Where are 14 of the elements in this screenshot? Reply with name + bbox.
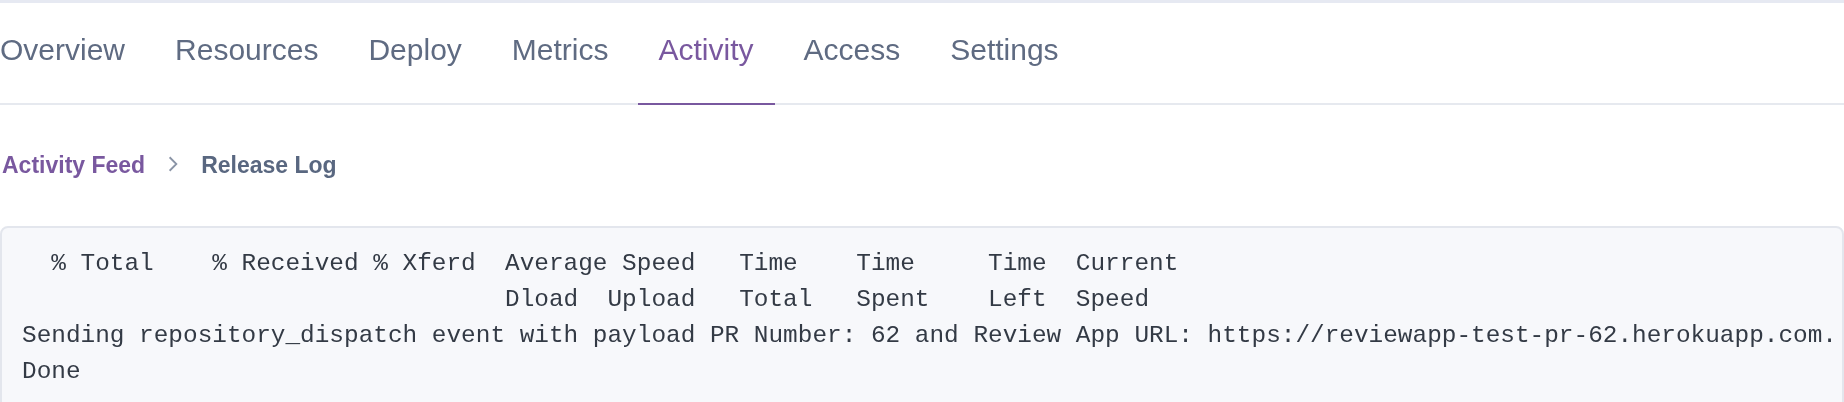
log-line: Sending repository_dispatch event with payload PR Number: 62 and Review App URL: https://reviewapp-test-pr-62.herokuapp.com. (22, 321, 1837, 351)
nav-tab[interactable]: Access (782, 3, 922, 105)
nav-tab[interactable]: Overview (0, 3, 147, 105)
nav-tab[interactable]: Settings (929, 3, 1080, 105)
breadcrumb-current[interactable]: Release Log (201, 151, 337, 179)
nav-tab[interactable]: Activity (637, 3, 775, 105)
log-line: Done (22, 357, 81, 387)
log-line: Dload Upload Total Spent Left Speed (504, 285, 1150, 315)
log-line: % Total % Received % Xferd Average Speed Time Time Time Current (50, 249, 1179, 279)
breadcrumb-link[interactable]: Activity Feed (2, 151, 146, 179)
nav-tab[interactable]: Metrics (490, 3, 630, 105)
nav-tab[interactable]: Resources (154, 3, 340, 105)
chevron-right-icon (167, 155, 180, 173)
nav-tab[interactable]: Deploy (347, 3, 483, 105)
